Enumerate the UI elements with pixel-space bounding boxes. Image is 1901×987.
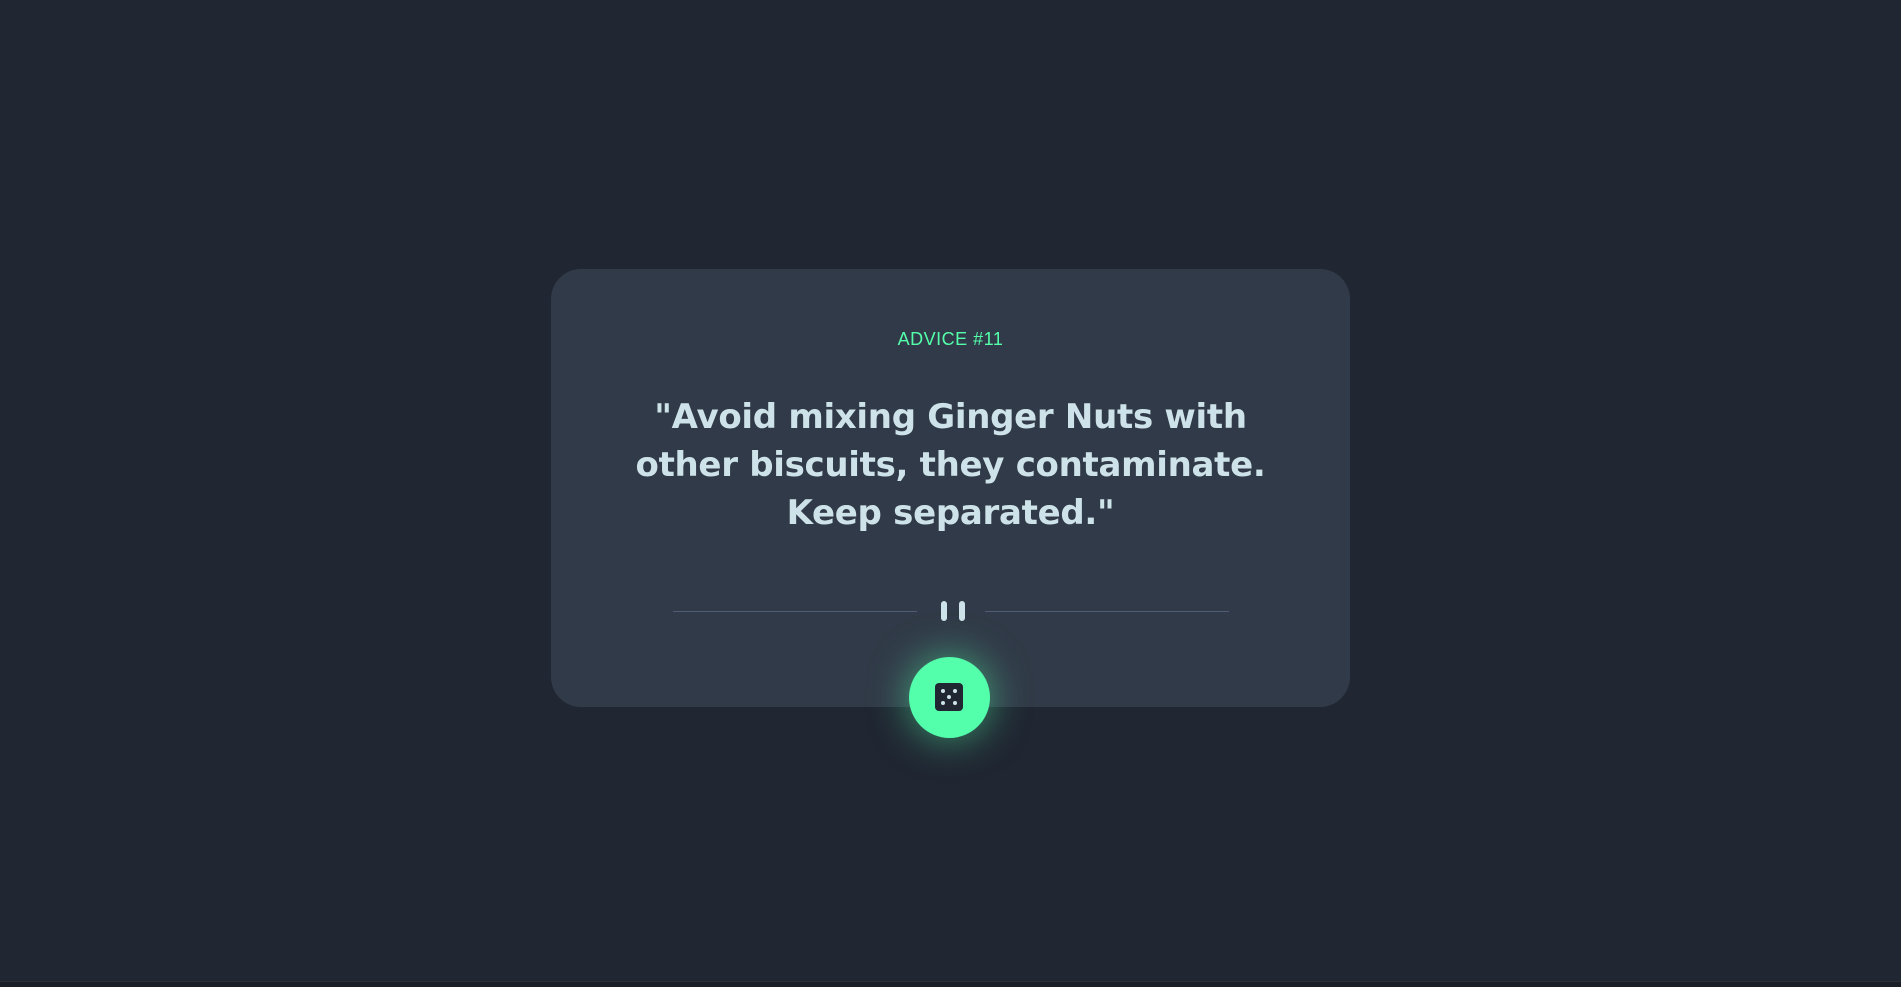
generate-advice-button[interactable] <box>909 657 990 738</box>
page: ADVICE #11 "Avoid mixing Ginger Nuts wit… <box>0 0 1901 987</box>
bottom-bar <box>0 981 1901 987</box>
advice-card: ADVICE #11 "Avoid mixing Ginger Nuts wit… <box>551 269 1350 707</box>
divider <box>673 599 1229 623</box>
dice-icon <box>935 683 963 711</box>
divider-line-left <box>673 611 917 612</box>
divider-line-right <box>985 611 1229 612</box>
advice-number: ADVICE #11 <box>897 329 1004 349</box>
pause-bar-left <box>941 601 947 621</box>
pause-bar-right <box>959 601 965 621</box>
pause-icon <box>941 601 967 621</box>
advice-quote: "Avoid mixing Ginger Nuts with other bis… <box>635 397 1266 533</box>
